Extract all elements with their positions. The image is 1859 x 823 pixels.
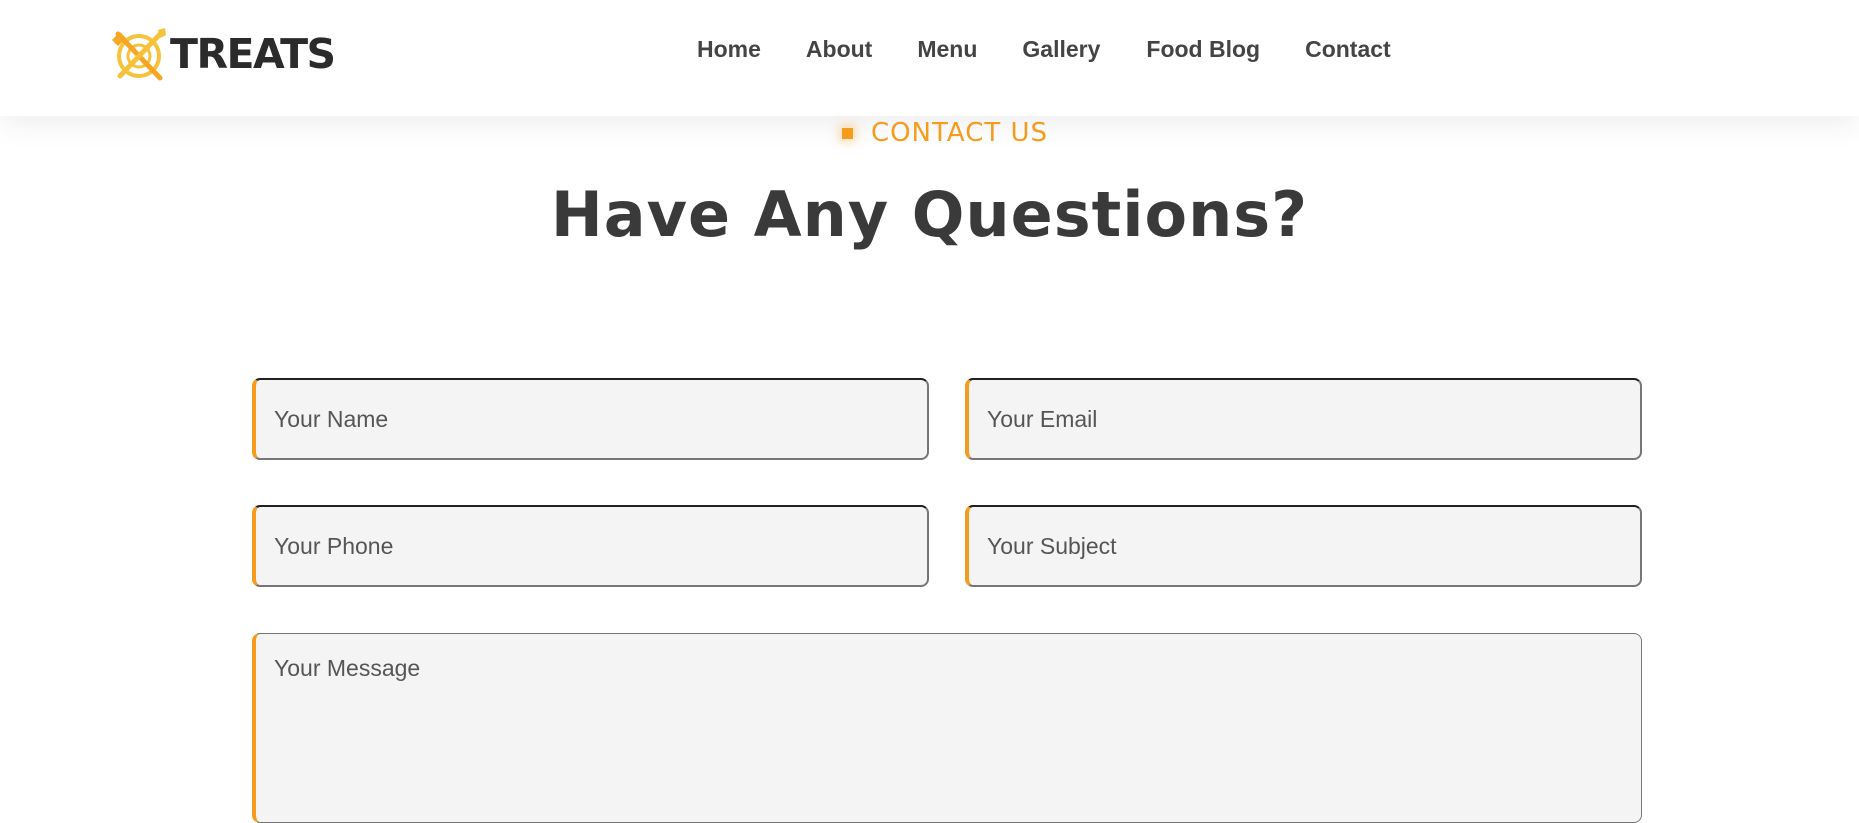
site-header: TREATS Home About Menu Gallery Food Blog… (0, 0, 1859, 116)
phone-field[interactable] (252, 505, 929, 587)
crossed-utensils-plate-icon (112, 28, 166, 81)
nav-food-blog[interactable]: Food Blog (1146, 36, 1260, 63)
nav-menu[interactable]: Menu (917, 36, 977, 63)
name-field[interactable] (252, 378, 929, 460)
message-field[interactable] (252, 633, 1642, 823)
nav-home[interactable]: Home (697, 36, 761, 63)
main-nav: Home About Menu Gallery Food Blog Contac… (697, 36, 1391, 63)
nav-gallery[interactable]: Gallery (1022, 36, 1100, 63)
section-subtitle: CONTACT US (0, 118, 1859, 148)
subtitle-text: CONTACT US (870, 118, 1049, 148)
nav-about[interactable]: About (806, 36, 872, 63)
email-field[interactable] (965, 378, 1642, 460)
subtitle-bullet (841, 127, 853, 139)
logo-text: TREATS (170, 29, 336, 78)
nav-contact[interactable]: Contact (1305, 36, 1391, 63)
subject-field[interactable] (965, 505, 1642, 587)
site-logo[interactable]: TREATS (110, 26, 336, 82)
page-title: Have Any Questions? (550, 178, 1309, 251)
